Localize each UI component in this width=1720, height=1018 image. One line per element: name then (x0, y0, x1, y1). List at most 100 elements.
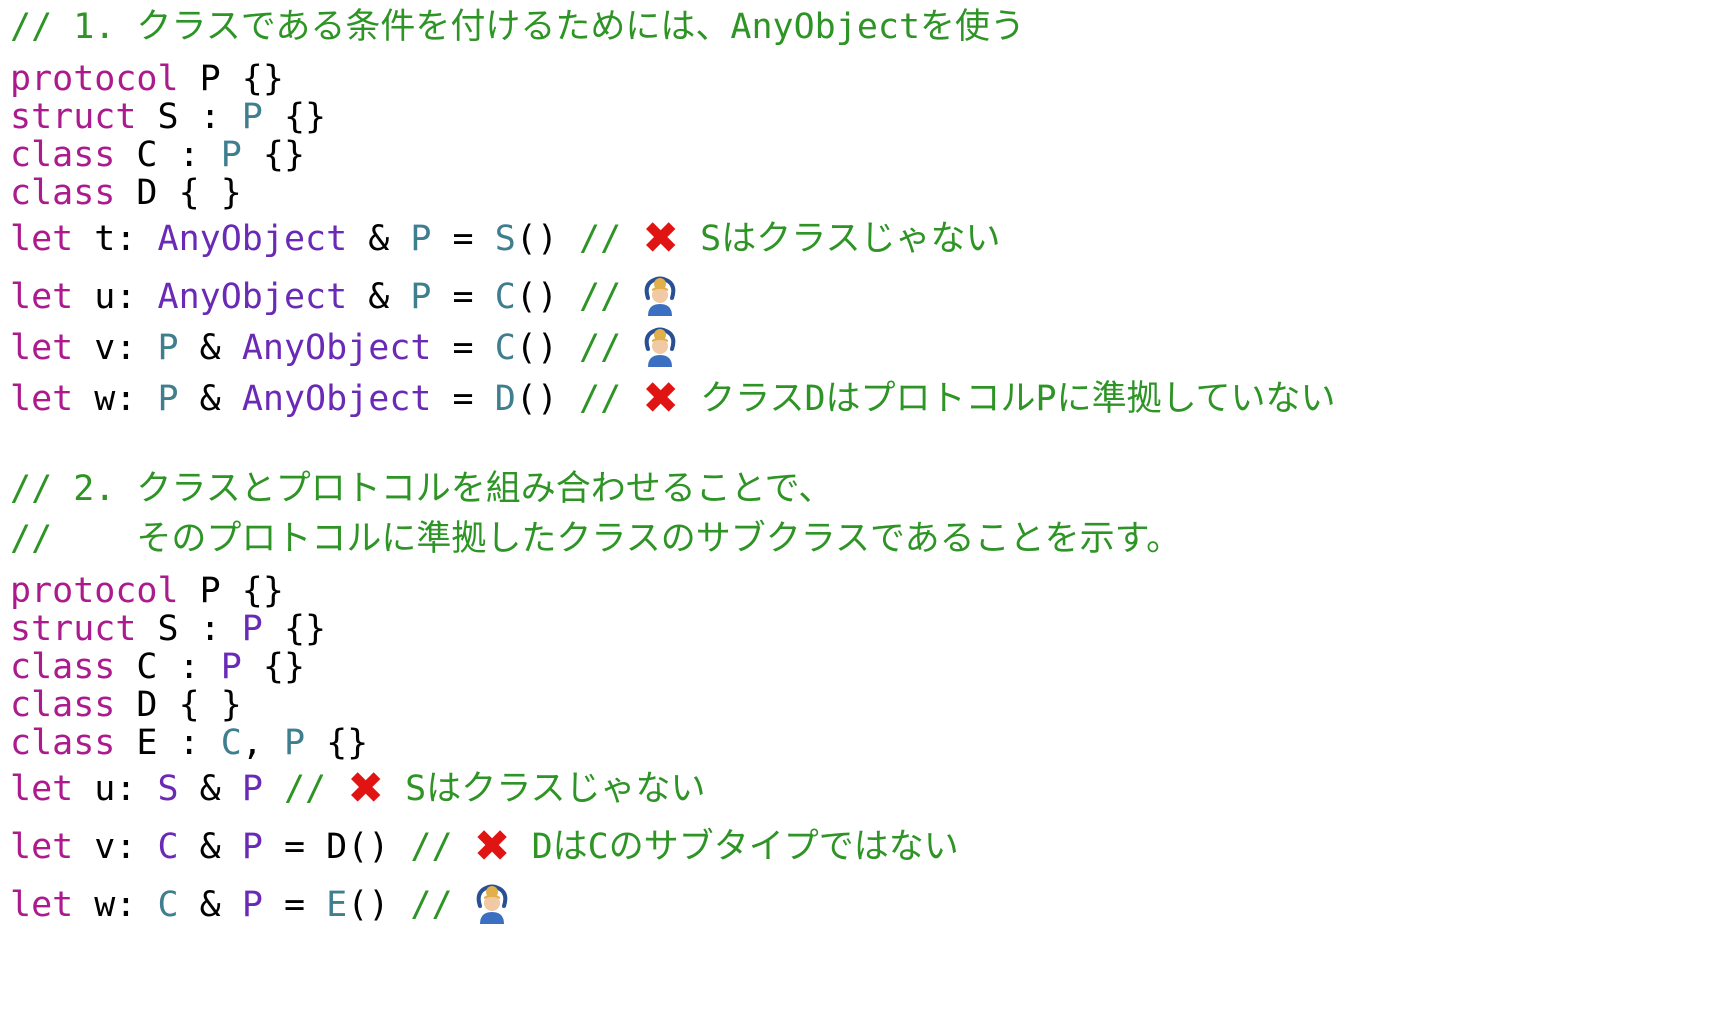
keyword: struct (10, 97, 137, 137)
code-text: v: (73, 328, 158, 368)
code-text: , (241, 723, 284, 763)
type-ref: E (326, 885, 348, 925)
cross-mark-icon: ✖ (642, 373, 680, 424)
code-text: P {} (178, 571, 284, 611)
code-line: class D { } (10, 684, 242, 726)
code-text: w: (73, 379, 158, 419)
cross-mark-icon: ✖ (347, 763, 385, 814)
type-ref: P (241, 769, 263, 809)
code-text: = (431, 379, 495, 419)
keyword: class (10, 723, 116, 763)
code-text: D { } (115, 173, 242, 213)
keyword: class (10, 173, 116, 213)
code-line: protocol P {} (10, 58, 284, 100)
code-text: w: (73, 885, 158, 925)
type-ref: P (157, 328, 179, 368)
code-line: class C : P {} (10, 646, 305, 688)
type-ref: P (220, 135, 242, 175)
code-line: let t: AnyObject & P = S() // ✖ Sはクラスじゃな… (10, 217, 1001, 261)
comment: // (389, 885, 474, 925)
keyword: let (10, 379, 74, 419)
keyword: protocol (10, 571, 179, 611)
code-text: () (515, 219, 558, 259)
type-ref: P (410, 277, 432, 317)
code-text: S : (136, 97, 242, 137)
code-text: () (347, 827, 390, 867)
code-text: S : (136, 609, 242, 649)
keyword: class (10, 685, 116, 725)
type-ref: P (241, 97, 263, 137)
code-text: v: (73, 827, 158, 867)
code-text: u: (73, 769, 158, 809)
code-line: let v: C & P = D() // ✖ DはCのサブタイプではない (10, 825, 959, 869)
type-ref: S (494, 219, 516, 259)
comment: Sはクラスじゃない (384, 769, 706, 809)
code-text: = (431, 277, 495, 317)
type-ref: C (494, 277, 516, 317)
code-text: () (515, 328, 558, 368)
section2-comment: // 2. クラスとプロトコルを組み合わせることで、 (10, 469, 834, 509)
code-text: = (262, 885, 327, 925)
type-ref: P (283, 723, 306, 763)
code-line: class E : C, P {} (10, 722, 368, 764)
type-ref: P (241, 609, 263, 649)
code-line: let v: P & AnyObject = C() // (10, 327, 678, 369)
comment: // (262, 769, 348, 809)
code-text: D { } (115, 685, 242, 725)
type-ref: C (494, 328, 516, 368)
type-ref: C (157, 827, 179, 867)
type-ref: P (220, 647, 242, 687)
code-line: let w: C & P = E() // (10, 884, 510, 926)
code-text: & (178, 885, 242, 925)
type-ref: C (157, 885, 179, 925)
code-text: & (178, 379, 242, 419)
keyword: class (10, 647, 116, 687)
code-text: () (515, 277, 558, 317)
keyword: struct (10, 609, 137, 649)
comment: // (389, 827, 474, 867)
type-ref: D (494, 379, 516, 419)
code-line: class D { } (10, 172, 242, 214)
code-line: struct S : P {} (10, 96, 326, 138)
comment: // (557, 277, 643, 317)
code-text: {} (241, 135, 306, 175)
code-text: P {} (178, 59, 284, 99)
code-text: = (431, 328, 495, 368)
person-gesturing-ok-icon (476, 884, 507, 924)
type-ref: P (241, 885, 263, 925)
code-text: D (326, 827, 348, 867)
type-ref: C (220, 723, 242, 763)
keyword: let (10, 885, 74, 925)
keyword: let (10, 328, 74, 368)
keyword: let (10, 769, 74, 809)
comment: // (557, 379, 643, 419)
section2-comment: // そのプロトコルに準拠したクラスのサブクラスであることを示す。 (10, 519, 1182, 559)
code-line: class C : P {} (10, 134, 305, 176)
code-text: E : (115, 723, 221, 763)
section1-comment: // 1. クラスである条件を付けるためには、AnyObjectを使う (10, 7, 1026, 47)
code-line: let u: AnyObject & P = C() // (10, 276, 678, 318)
code-text: {} (262, 97, 327, 137)
comment: Sはクラスじゃない (679, 219, 1001, 259)
code-text: & (178, 827, 242, 867)
code-text: u: (73, 277, 158, 317)
code-text: & (347, 219, 411, 259)
person-gesturing-ok-icon (644, 327, 676, 367)
type-ref: AnyObject (157, 277, 348, 317)
type-ref: AnyObject (241, 379, 432, 419)
type-ref: P (410, 219, 432, 259)
code-text: = (431, 219, 495, 259)
code-line: protocol P {} (10, 570, 284, 612)
code-editor: // 1. クラスである条件を付けるためには、AnyObjectを使う prot… (0, 0, 1720, 1018)
code-text: {} (241, 647, 306, 687)
person-gesturing-ok-icon (644, 276, 676, 316)
comment: DはCのサブタイプではない (510, 827, 959, 867)
comment: // (557, 328, 643, 368)
cross-mark-icon: ✖ (473, 821, 511, 872)
keyword: class (10, 135, 116, 175)
type-ref: AnyObject (157, 219, 348, 259)
keyword: let (10, 827, 74, 867)
code-line: struct S : P {} (10, 608, 326, 650)
type-ref: P (157, 379, 179, 419)
code-line: let u: S & P // ✖ Sはクラスじゃない (10, 767, 706, 811)
